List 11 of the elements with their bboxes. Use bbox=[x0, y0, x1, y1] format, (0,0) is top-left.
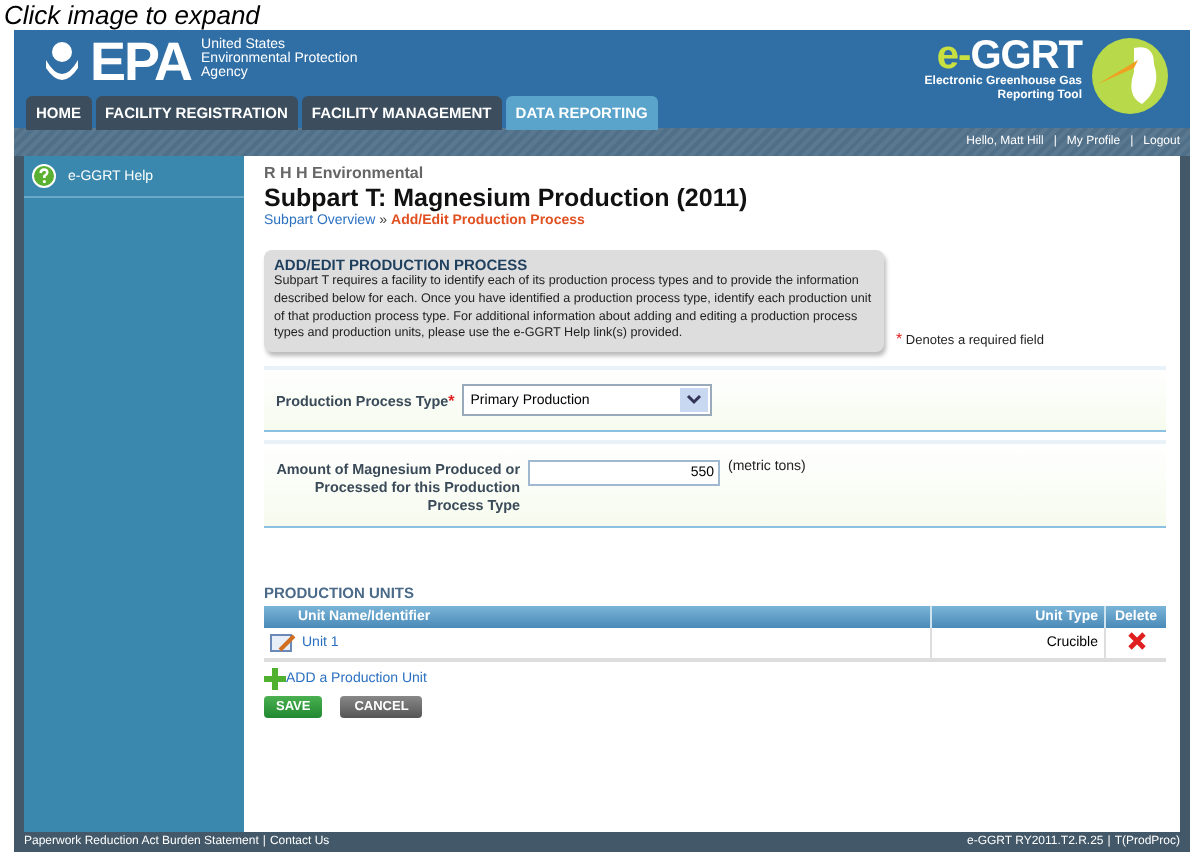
brand-name: e-GGRT bbox=[936, 36, 1082, 76]
caption-text: Click image to expand bbox=[2, 0, 260, 30]
bird-logo-icon bbox=[1090, 36, 1170, 116]
add-icon bbox=[264, 668, 286, 691]
edit-icon bbox=[270, 632, 296, 655]
help-icon bbox=[32, 164, 56, 188]
facility-name: R H H Environmental bbox=[264, 164, 426, 182]
page-title: Subpart T: Magnesium Production (2011) bbox=[264, 184, 750, 212]
delete-icon[interactable] bbox=[1127, 632, 1145, 651]
epa-logo: EPA bbox=[90, 38, 192, 86]
flower-emblem-icon bbox=[40, 38, 84, 82]
